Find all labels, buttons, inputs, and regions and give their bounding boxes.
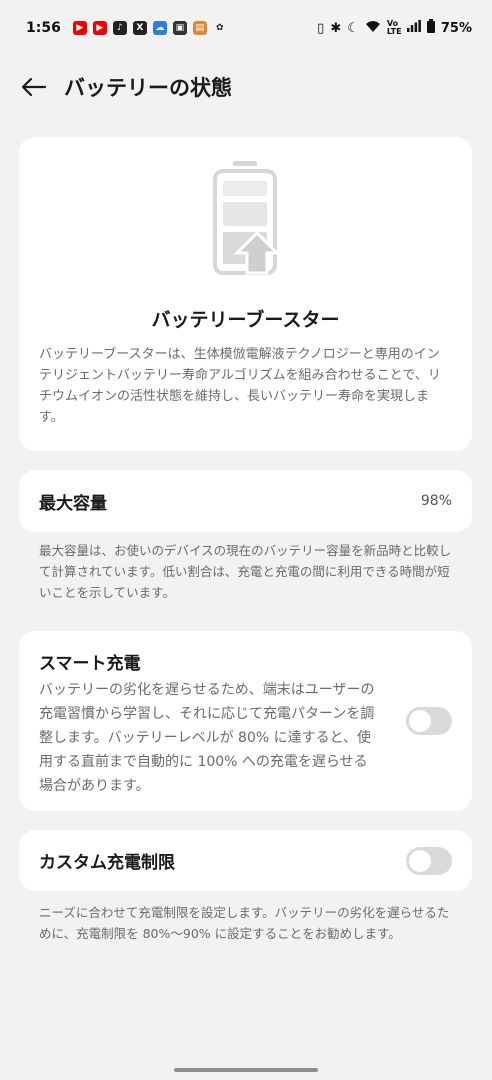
status-time: 1:56: [26, 20, 61, 36]
custom-charge-limit-card[interactable]: カスタム充電制限: [19, 830, 472, 891]
battery-booster-icon: [212, 161, 281, 275]
x-icon: X: [132, 21, 147, 35]
back-arrow-icon: [21, 77, 47, 97]
signal-icon: [406, 20, 421, 36]
custom-charge-limit-label: カスタム充電制限: [39, 853, 175, 873]
battery-percent: 75%: [440, 20, 472, 36]
custom-charge-limit-toggle[interactable]: [406, 847, 452, 875]
smart-charging-description: バッテリーの劣化を遅らせるため、端末はユーザーの充電習慣から学習し、それに応じて…: [39, 682, 375, 794]
back-button[interactable]: [14, 67, 54, 107]
bluetooth-icon: ✱: [330, 20, 342, 36]
youtube-icon: ▶: [72, 21, 87, 35]
tiktok-icon: ♪: [112, 21, 127, 35]
smart-charging-toggle[interactable]: [406, 707, 452, 735]
battery-booster-card: バッテリーブースター バッテリーブースターは、生体模倣電解液テクノロジーと専用の…: [19, 137, 472, 451]
smart-charging-card[interactable]: スマート充電 バッテリーの劣化を遅らせるため、端末はユーザーの充電習慣から学習し…: [19, 631, 472, 811]
booster-title: バッテリーブースター: [151, 309, 340, 331]
max-capacity-label: 最大容量: [39, 493, 107, 514]
home-indicator[interactable]: [174, 1068, 318, 1072]
header: バッテリーの状態: [0, 60, 492, 114]
volte-label: Vo LTE: [386, 19, 402, 36]
status-bar: 1:56 ▶ ▶ ♪ X ☁ ▣ ▤ ✿ ▯ ✱ ☾ Vo LTE 75%: [0, 0, 492, 56]
youtube-icon: ▶: [92, 21, 107, 35]
max-capacity-card[interactable]: 最大容量 98%: [19, 470, 472, 532]
status-right: ▯ ✱ ☾ Vo LTE 75%: [317, 19, 472, 37]
vibrate-icon: ▯: [317, 20, 325, 36]
toggle-knob: [409, 710, 431, 732]
moon-icon: ☾: [347, 20, 359, 36]
custom-charge-limit-note: ニーズに合わせて充電制限を設定します。バッテリーの劣化を遅らせるために、充電制限…: [39, 905, 450, 941]
booster-description: バッテリーブースターは、生体模倣電解液テクノロジーと専用のインテリジェントバッテ…: [39, 347, 441, 425]
max-capacity-value: 98%: [420, 493, 452, 509]
battery-icon: [426, 19, 435, 37]
max-capacity-note: 最大容量は、お使いのデバイスの現在のバッテリー容量を新品時と比較して計算されてい…: [39, 543, 452, 600]
cloud-icon: ☁: [152, 21, 167, 35]
status-left: 1:56 ▶ ▶ ♪ X ☁ ▣ ▤ ✿: [26, 20, 227, 36]
app-icon: ▣: [172, 21, 187, 35]
photo-icon: ✿: [216, 23, 224, 33]
smart-charging-label: スマート充電: [39, 654, 141, 674]
wifi-icon: [365, 20, 381, 37]
toggle-knob: [409, 850, 431, 872]
page-title: バッテリーの状態: [64, 76, 232, 100]
package-icon: ▤: [192, 21, 207, 35]
